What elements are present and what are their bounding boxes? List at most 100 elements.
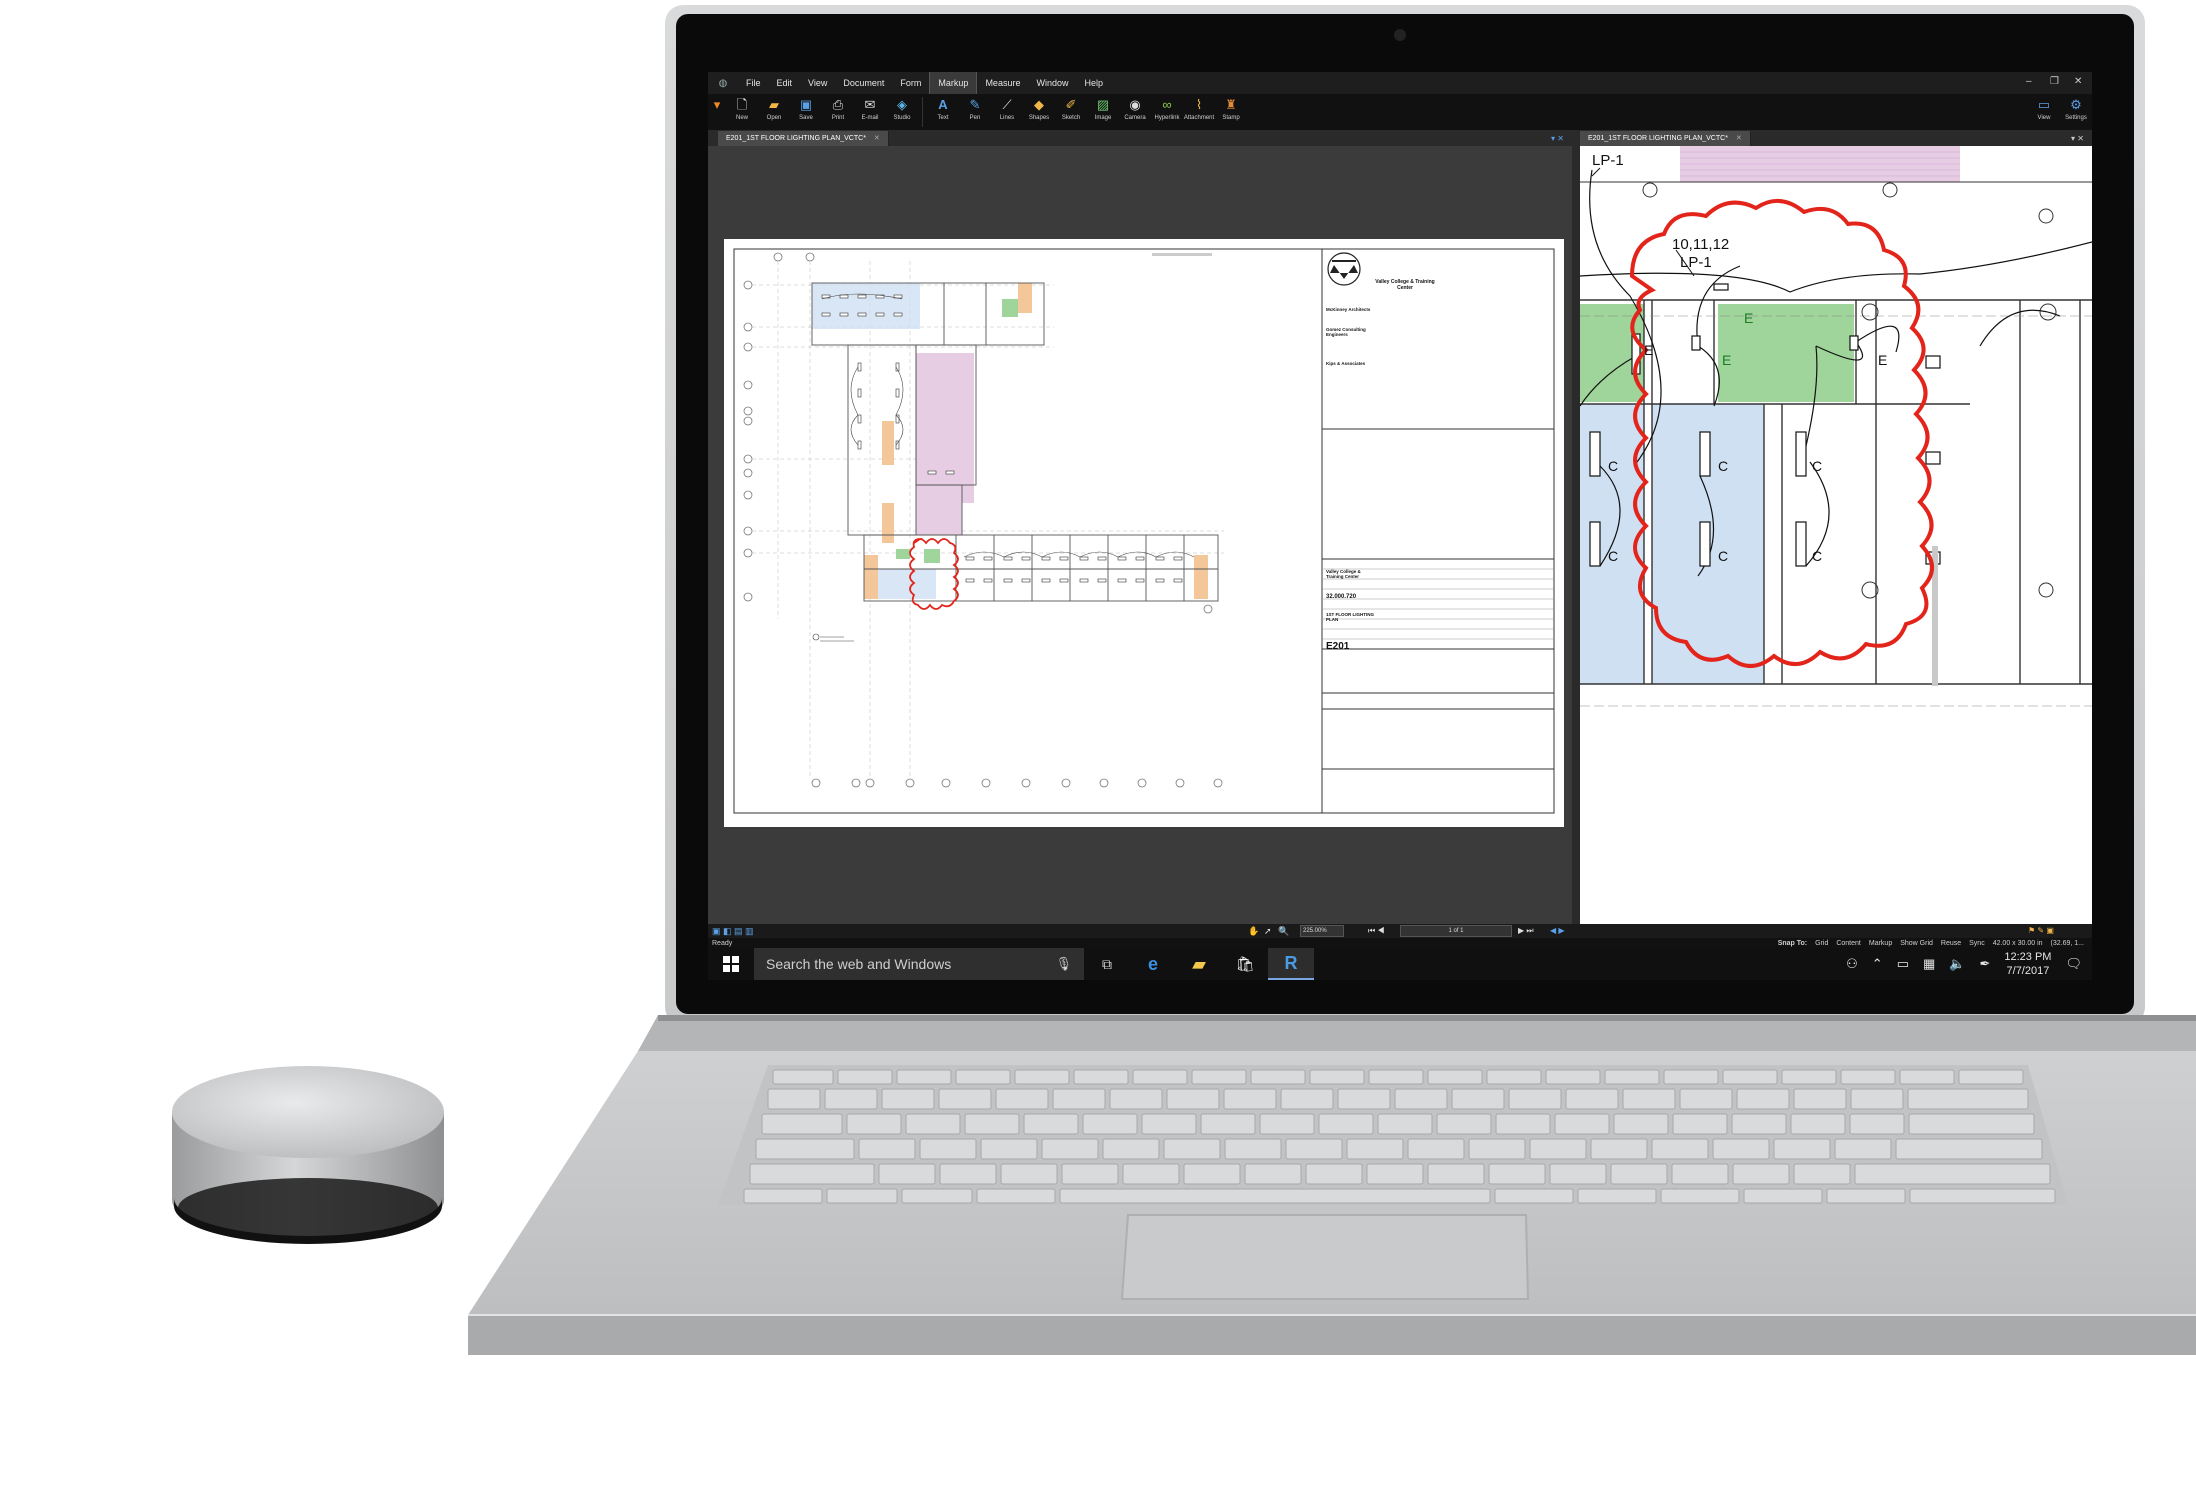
stamp-tool-button[interactable]: ♜ Stamp <box>1215 94 1247 130</box>
zoom-tool-icon[interactable]: 🔍 <box>1278 926 1289 937</box>
minimize-icon[interactable]: – <box>2026 76 2032 87</box>
titleblock-sheet-title: 1ST FLOOR LIGHTING PLAN <box>1326 612 1374 622</box>
toolbar-menu-arrow[interactable]: ▾ <box>708 94 726 130</box>
store-icon[interactable]: 🛍 <box>1222 948 1268 980</box>
cursor-coordinates: (32.69, 1... <box>2050 939 2084 947</box>
fixture-label-c: C <box>1718 548 1729 564</box>
fixture-label-c: C <box>1812 548 1823 564</box>
action-center-icon[interactable]: 🗨 <box>2065 956 2082 972</box>
text-tool-button[interactable]: A Text <box>927 94 959 130</box>
taskbar-search-input[interactable]: Search the web and Windows 🎙 <box>754 948 1084 980</box>
right-document-pane: LP-1 10,11,12 LP-1 E E E E C C C C C C <box>1580 146 2092 924</box>
save-button[interactable]: ▣ Save <box>790 94 822 130</box>
file-explorer-icon[interactable]: ▰ <box>1176 948 1222 980</box>
menu-measure[interactable]: Measure <box>977 72 1028 94</box>
fixture <box>1925 355 1941 369</box>
navigation-bar: ▣ ◧ ▤ ▥ ✋ ➚ 🔍 225.00% ⏮ ◀ 1 of 1 ▶ ⏭ ◀ ▶… <box>708 924 2092 938</box>
pen-tool-button[interactable]: ✎ Pen <box>959 94 991 130</box>
menu-window[interactable]: Window <box>1028 72 1076 94</box>
menu-view[interactable]: View <box>800 72 835 94</box>
open-button[interactable]: ▰ Open <box>758 94 790 130</box>
battery-icon[interactable]: ▭ <box>1897 956 1909 972</box>
hyperlink-tool-button[interactable]: ∞ Hyperlink <box>1151 94 1183 130</box>
fixture <box>1589 431 1601 477</box>
camera-tool-button[interactable]: ◉ Camera <box>1119 94 1151 130</box>
drawing-sheet: Valley College & Training Center McKinne… <box>724 239 1564 827</box>
studio-icon: ◈ <box>897 97 907 112</box>
markup-indicator-icons[interactable]: ⚑ ✎ ▣ <box>2028 926 2054 935</box>
close-tab-icon[interactable]: ✕ <box>874 134 880 142</box>
edge-browser-icon[interactable]: e <box>1130 948 1176 980</box>
clock-date: 7/7/2017 <box>2006 965 2050 977</box>
email-button[interactable]: ✉ E-mail <box>854 94 886 130</box>
menu-file[interactable]: File <box>738 72 769 94</box>
last-page-icon[interactable]: ▶ ⏭ <box>1518 926 1534 936</box>
zoom-level-field[interactable]: 225.00% <box>1300 925 1344 937</box>
fixture-label-e: E <box>1878 352 1888 368</box>
toolbar-separator <box>922 97 923 127</box>
pen-icon[interactable]: ✒ <box>1979 956 1990 972</box>
close-tab-icon[interactable]: ✕ <box>1736 134 1742 142</box>
menu-edit[interactable]: Edit <box>769 72 801 94</box>
menu-help[interactable]: Help <box>1076 72 1111 94</box>
maximize-icon[interactable]: ❐ <box>2050 76 2059 87</box>
close-icon[interactable]: ✕ <box>2074 76 2082 87</box>
titleblock-project-repeat: Valley College & Training Center <box>1326 569 1361 579</box>
fixture <box>1691 335 1701 351</box>
system-tray: ⚇ ⌃ ▭ ▦ 🔈 ✒ 12:23 PM 7/7/2017 🗨 <box>1846 950 2092 978</box>
panel-toggle-icons[interactable]: ▣ ◧ ▤ ▥ <box>712 926 754 937</box>
reuse-toggle[interactable]: Reuse <box>1941 940 1961 947</box>
attachment-tool-button[interactable]: ⌇ Attachment <box>1183 94 1215 130</box>
network-icon[interactable]: ▦ <box>1923 956 1935 972</box>
menu-markup[interactable]: Markup <box>929 72 978 94</box>
pane-menu-icon[interactable]: ▾ ✕ <box>1551 134 1564 143</box>
key-row-zxcv <box>749 1163 2051 1185</box>
clock[interactable]: 12:23 PM 7/7/2017 <box>2004 950 2051 978</box>
fixture <box>1713 283 1729 291</box>
microphone-icon[interactable]: 🎙 <box>1055 956 1072 972</box>
history-nav-icons[interactable]: ◀ ▶ <box>1550 926 1565 935</box>
menu-form[interactable]: Form <box>892 72 929 94</box>
print-button[interactable]: ⎙ Print <box>822 94 854 130</box>
panel-label-top: LP-1 <box>1592 152 1624 169</box>
new-button[interactable]: 🗋 New <box>726 94 758 130</box>
revu-logo-icon: ◍ <box>718 77 728 89</box>
first-page-icon[interactable]: ⏮ ◀ <box>1368 926 1385 936</box>
select-tool-icon[interactable]: ➚ <box>1264 926 1272 937</box>
pen-icon: ✎ <box>969 97 981 112</box>
people-icon[interactable]: ⚇ <box>1846 956 1858 972</box>
sketch-tool-button[interactable]: ✐ Sketch <box>1055 94 1087 130</box>
revu-app-icon[interactable]: R <box>1268 948 1314 980</box>
left-tab-strip: E201_1ST FLOOR LIGHTING PLAN_VCTC* ✕ ▾ ✕ <box>708 130 1572 146</box>
settings-button[interactable]: ⚙ Settings <box>2060 94 2092 130</box>
tab-left-document[interactable]: E201_1ST FLOOR LIGHTING PLAN_VCTC* ✕ <box>718 130 889 146</box>
fixture-label-e: E <box>1744 310 1754 326</box>
key-row-asdf <box>755 1138 2043 1160</box>
snap-grid-toggle[interactable]: Grid <box>1815 940 1828 947</box>
fixture <box>1795 521 1807 567</box>
paperclip-icon: ⌇ <box>1195 97 1203 112</box>
show-grid-toggle[interactable]: Show Grid <box>1900 940 1933 947</box>
image-tool-button[interactable]: ▨ Image <box>1087 94 1119 130</box>
snap-markup-toggle[interactable]: Markup <box>1869 940 1892 947</box>
volume-icon[interactable]: 🔈 <box>1949 956 1965 972</box>
split-divider[interactable] <box>1572 130 1580 924</box>
pane-menu-icon[interactable]: ▾ ✕ <box>2071 134 2084 143</box>
chevron-up-icon[interactable]: ⌃ <box>1872 956 1883 972</box>
tab-right-document[interactable]: E201_1ST FLOOR LIGHTING PLAN_VCTC* ✕ <box>1580 130 1751 146</box>
menu-document[interactable]: Document <box>835 72 892 94</box>
fixture <box>1699 431 1711 477</box>
touchpad[interactable] <box>1120 1214 1530 1300</box>
page-indicator[interactable]: 1 of 1 <box>1400 925 1512 937</box>
task-view-icon[interactable]: ⧉ <box>1084 948 1130 980</box>
start-button[interactable] <box>708 948 754 980</box>
shapes-tool-button[interactable]: ◆ Shapes <box>1023 94 1055 130</box>
studio-button[interactable]: ◈ Studio <box>886 94 918 130</box>
fixture-label-e: E <box>1644 342 1654 358</box>
snap-content-toggle[interactable]: Content <box>1836 940 1861 947</box>
view-button[interactable]: ▭ View <box>2028 94 2060 130</box>
lines-tool-button[interactable]: ⟋ Lines <box>991 94 1023 130</box>
tab-left-label: E201_1ST FLOOR LIGHTING PLAN_VCTC* <box>726 134 866 142</box>
pan-tool-icon[interactable]: ✋ <box>1248 926 1259 937</box>
sync-toggle[interactable]: Sync <box>1969 940 1985 947</box>
